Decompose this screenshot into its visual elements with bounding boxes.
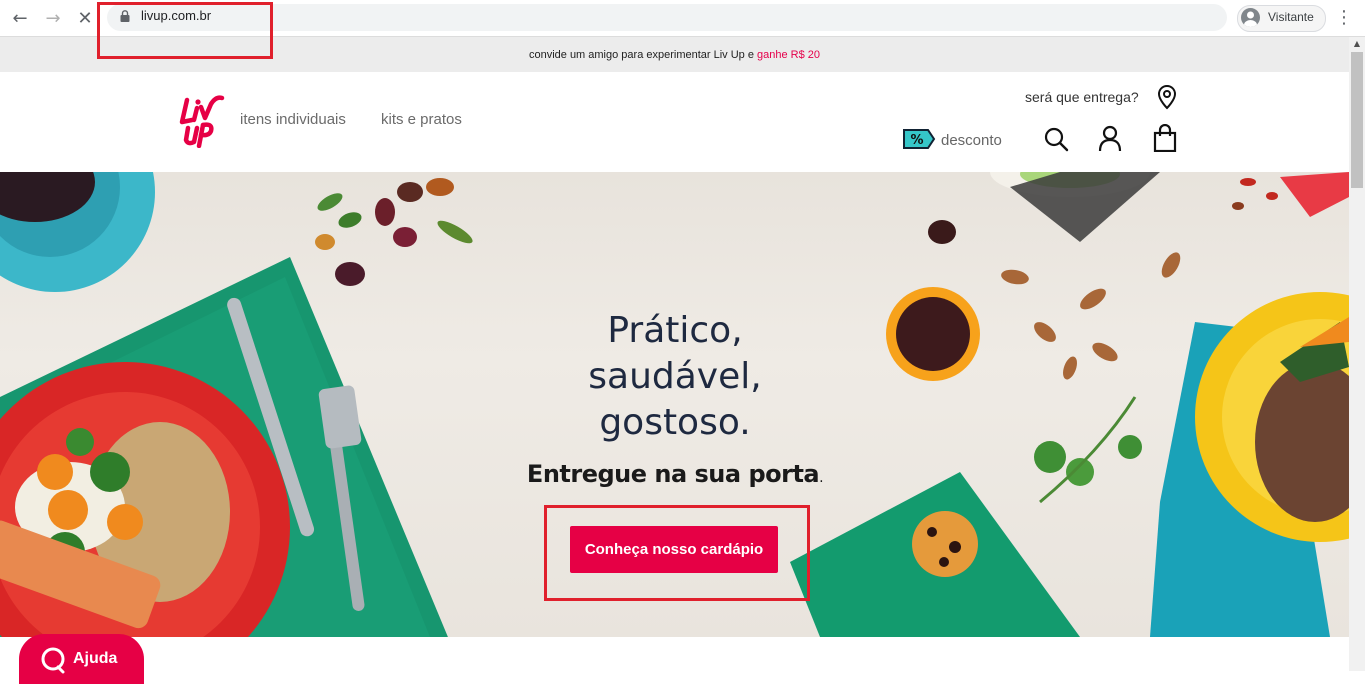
discount-link[interactable]: desconto xyxy=(941,132,1002,149)
delivery-check-link[interactable]: será que entrega? xyxy=(1025,89,1139,105)
more-menu-icon[interactable]: ⋮ xyxy=(1335,7,1353,29)
highlight-box-url xyxy=(97,2,273,59)
promo-text: convide um amigo para experimentar Liv U… xyxy=(528,49,758,61)
hero-subline-suffix: . xyxy=(819,470,824,486)
highlight-box-cta xyxy=(544,505,810,601)
profile-label: Visitante xyxy=(1268,10,1314,24)
hero-headline: Prático, saudável, gostoso. xyxy=(500,308,850,446)
scrollbar-thumb[interactable] xyxy=(1351,52,1363,188)
profile-icon xyxy=(1241,8,1260,27)
help-chat-label[interactable]: Ajuda xyxy=(73,650,117,668)
shopping-bag-icon[interactable] xyxy=(1153,124,1177,152)
back-arrow-icon[interactable]: ← xyxy=(8,6,32,30)
hero-headline-line-2: saudável, xyxy=(588,356,762,397)
location-pin-icon[interactable] xyxy=(1156,84,1178,110)
hero-subline-text: Entregue na sua porta xyxy=(526,460,820,488)
discount-tag-icon[interactable]: % xyxy=(902,127,936,151)
hero-headline-line-3: gostoso. xyxy=(599,402,751,443)
stop-loading-icon[interactable]: ✕ xyxy=(73,6,97,30)
hero-subline: Entregue na sua porta. xyxy=(500,460,850,488)
brand-logo[interactable] xyxy=(178,90,230,148)
chat-bubble-icon[interactable] xyxy=(39,646,67,674)
nav-kits-e-pratos[interactable]: kits e pratos xyxy=(381,111,462,128)
forward-arrow-icon[interactable]: → xyxy=(41,6,65,30)
promo-highlight[interactable]: ganhe R$ 20 xyxy=(757,49,820,61)
scroll-up-arrow-icon[interactable]: ▲ xyxy=(1349,37,1365,51)
address-bar[interactable] xyxy=(107,4,1227,31)
svg-text:%: % xyxy=(910,133,923,148)
hero-headline-line-1: Prático, xyxy=(607,310,743,351)
user-icon[interactable] xyxy=(1097,125,1123,152)
nav-itens-individuais[interactable]: itens individuais xyxy=(240,111,346,128)
search-icon[interactable] xyxy=(1043,126,1069,152)
